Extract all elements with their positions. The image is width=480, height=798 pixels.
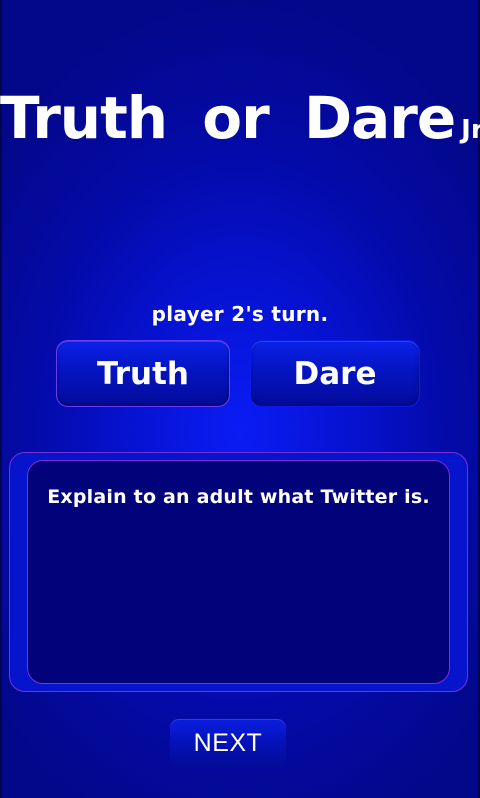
dare-button[interactable]: Dare: [250, 340, 420, 407]
next-button[interactable]: NEXT: [170, 719, 286, 767]
app-title: Truth or Dare Jr.: [0, 84, 480, 152]
prompt-text: Explain to an adult what Twitter is.: [47, 486, 430, 508]
truth-button[interactable]: Truth: [56, 340, 230, 407]
app-title-main: Truth or Dare: [0, 84, 456, 152]
turn-label: player 2's turn.: [151, 302, 329, 326]
app-title-suffix: Jr.: [461, 115, 480, 145]
